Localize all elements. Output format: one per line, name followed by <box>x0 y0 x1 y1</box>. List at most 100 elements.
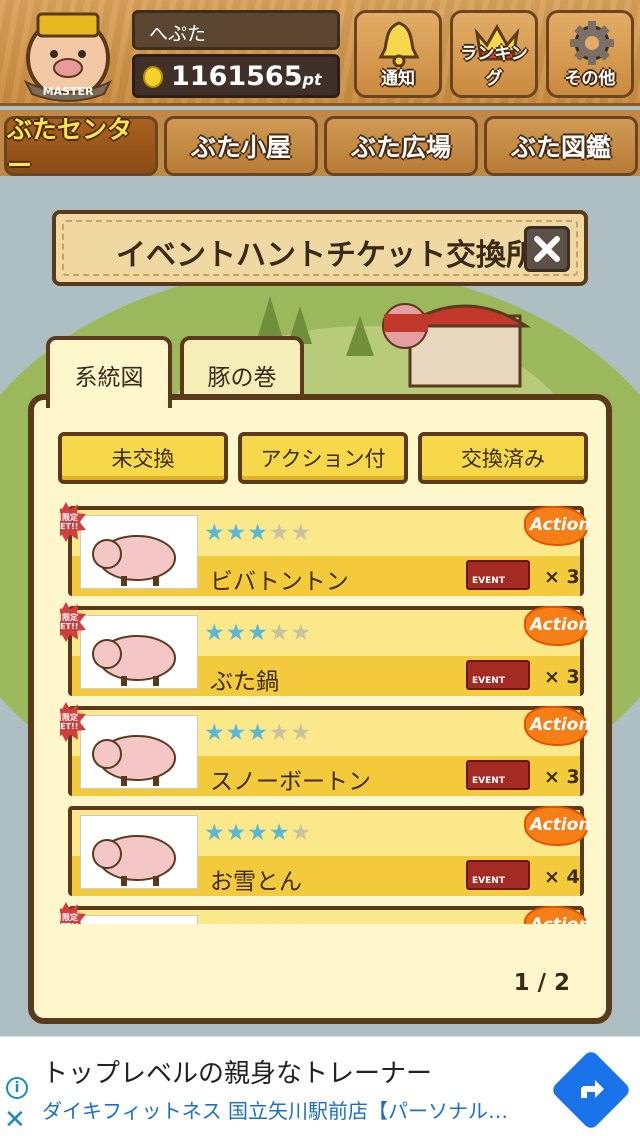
pig-illustration <box>81 916 199 924</box>
svg-text:MASTER: MASTER <box>43 85 94 98</box>
ranking-label: ランキング <box>460 44 528 89</box>
rarity-stars: ★★★★★ <box>204 820 312 846</box>
star-icon: ★ <box>247 620 269 646</box>
other-menu-label: その他 <box>564 69 616 89</box>
page-title: イベントハントチケット交換所 <box>116 238 536 273</box>
notification-label: 通知 <box>381 69 415 89</box>
pig-illustration <box>92 535 176 586</box>
gear-icon <box>570 21 614 65</box>
ad-subtitle[interactable]: ダイキフィットネス 国立矢川駅前店【パーソナル… <box>42 1095 542 1124</box>
action-badge: Action <box>524 606 590 646</box>
action-badge: Action <box>524 506 590 546</box>
bell-icon <box>378 21 420 67</box>
nav-tab-buta-hiroba[interactable]: ぶた広場 <box>324 116 478 176</box>
player-name-box: へぷた <box>132 10 340 50</box>
nav-tab-buta-center[interactable]: ぶたセンター <box>4 115 158 180</box>
tab-keitouzu[interactable]: 系統図 <box>46 336 172 408</box>
rarity-stars: ★★★★★ <box>204 720 312 746</box>
star-icon: ★ <box>290 720 313 746</box>
star-icon: ★ <box>290 820 313 846</box>
ad-close-icon[interactable]: ✕ <box>4 1107 26 1133</box>
close-button[interactable] <box>524 226 570 272</box>
action-badge: Action <box>524 906 590 924</box>
star-icon: ★ <box>225 820 248 846</box>
star-icon: ★ <box>269 920 291 924</box>
event-ticket-badge: EVENT <box>466 560 530 590</box>
item-name: ぶた鍋 <box>210 669 279 695</box>
star-icon: ★ <box>204 520 226 546</box>
points-unit: pt <box>302 70 322 89</box>
ranking-button[interactable]: ランキング <box>450 10 538 98</box>
list-item[interactable]: ★★★★★ビバトントンEVENT× 3Action月限定GET!! <box>60 502 590 596</box>
pig-illustration <box>92 835 176 886</box>
pig-illustration <box>92 635 176 686</box>
star-icon: ★ <box>204 720 226 746</box>
list-item[interactable]: ★★★★★ お雪とん EVENT × 4 Action <box>68 806 590 896</box>
pig-thumbnail <box>80 815 198 889</box>
nav-tab-buta-zukan[interactable]: ぶた図鑑 <box>484 116 638 176</box>
list-item[interactable]: ★★★★★ぶた鍋EVENT× 3Action月限定GET!! <box>60 602 590 696</box>
header-bar: MASTER へぷた 1161565pt 通知 ランキング その他 <box>0 0 640 106</box>
ad-title[interactable]: トップレベルの親身なトレーナー <box>42 1053 432 1090</box>
star-icon: ★ <box>225 520 248 546</box>
star-icon: ★ <box>226 920 248 924</box>
star-icon: ★ <box>225 720 248 746</box>
exchange-title-board: イベントハントチケット交換所 <box>52 210 588 286</box>
player-avatar[interactable]: MASTER <box>12 6 124 102</box>
event-ticket-badge: EVENT <box>466 860 530 890</box>
filter-exchanged-button[interactable]: 交換済み <box>418 432 588 484</box>
star-icon: ★ <box>268 720 291 746</box>
main-nav: ぶたセンター ぶた小屋 ぶた広場 ぶた図鑑 <box>0 110 640 180</box>
pig-thumbnail <box>80 715 198 789</box>
star-icon: ★ <box>247 720 269 746</box>
star-icon: ★ <box>268 520 291 546</box>
coin-icon <box>143 66 163 88</box>
exchange-panel: 未交換 アクション付 交換済み ★★★★★ ビバトントン EVENT × 3 Actio… <box>28 394 612 1024</box>
ticket-count: × 3 <box>544 666 580 688</box>
star-icon: ★ <box>204 820 226 846</box>
player-name: へぷた <box>149 23 207 45</box>
action-badge: Action <box>524 706 590 746</box>
rarity-stars: ★★★★★ <box>204 620 312 646</box>
star-icon: ★ <box>247 820 269 846</box>
rarity-stars: ★★★★★ <box>204 520 312 546</box>
nav-tab-buta-goya[interactable]: ぶた小屋 <box>164 116 318 176</box>
star-icon: ★ <box>290 620 313 646</box>
points-value: 1161565pt <box>171 61 322 92</box>
star-icon: ★ <box>247 920 269 924</box>
filter-with-action-button[interactable]: アクション付 <box>238 432 408 484</box>
list-item[interactable]: ★★★★★Action月限定GET!! <box>60 902 590 924</box>
star-icon: ★ <box>290 520 313 546</box>
other-menu-button[interactable]: その他 <box>546 10 634 98</box>
event-ticket-badge: EVENT <box>466 760 530 790</box>
star-icon: ★ <box>225 620 248 646</box>
points-box: 1161565pt <box>132 54 340 98</box>
star-icon: ★ <box>268 820 291 846</box>
ticket-count: × 4 <box>544 866 580 888</box>
pig-thumbnail <box>80 615 198 689</box>
filter-unexchanged-button[interactable]: 未交換 <box>58 432 228 484</box>
item-name: ビバトントン <box>210 569 349 595</box>
notification-button[interactable]: 通知 <box>354 10 442 98</box>
star-icon: ★ <box>247 520 269 546</box>
ticket-count: × 3 <box>544 766 580 788</box>
item-name: スノーボートン <box>210 769 371 795</box>
list-item[interactable]: ★★★★★スノーボートンEVENT× 3Action月限定GET!! <box>60 702 590 796</box>
pig-illustration <box>92 735 176 786</box>
pig-master-icon: MASTER <box>23 12 113 102</box>
arrow-right-icon <box>581 1080 604 1098</box>
star-icon: ★ <box>291 920 313 924</box>
event-ticket-badge: EVENT <box>466 660 530 690</box>
rarity-stars: ★★★★★ <box>204 920 312 924</box>
star-icon: ★ <box>204 620 226 646</box>
ad-banner[interactable]: i ✕ トップレベルの親身なトレーナー ダイキフィットネス 国立矢川駅前店【パー… <box>0 1036 640 1136</box>
page-indicator: 1 / 2 <box>513 970 570 996</box>
ad-open-button[interactable] <box>549 1048 633 1132</box>
item-name: お雪とん <box>210 869 302 895</box>
pig-thumbnail <box>80 915 198 924</box>
star-icon: ★ <box>204 920 226 924</box>
item-list[interactable]: ★★★★★ビバトントンEVENT× 3Action月限定GET!!★★★★★ぶた… <box>60 500 590 924</box>
ad-info-icon[interactable]: i <box>6 1077 28 1099</box>
ticket-count: × 3 <box>544 566 580 588</box>
action-badge: Action <box>524 806 590 846</box>
